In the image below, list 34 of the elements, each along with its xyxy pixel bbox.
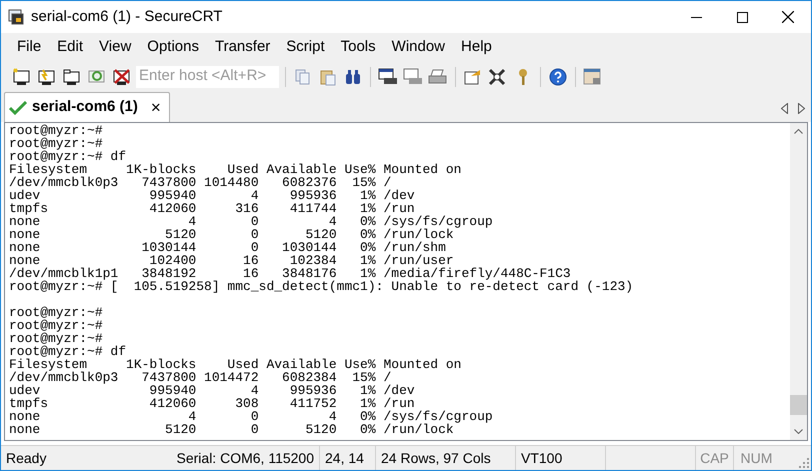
- app-icon: [8, 9, 24, 25]
- maximize-icon: [736, 12, 748, 22]
- status-text: Serial: COM6, 115200: [176, 448, 315, 468]
- menu-item[interactable]: File: [9, 36, 50, 58]
- scrollbar[interactable]: [790, 123, 807, 440]
- tab-close-button[interactable]: ×: [150, 94, 161, 120]
- menu-item[interactable]: Window: [384, 36, 454, 58]
- status-text: 24 Rows, 97 Cols: [375, 446, 515, 470]
- resize-grip-icon[interactable]: [799, 458, 809, 468]
- window-title: serial-com6 (1) - SecureCRT: [31, 6, 222, 27]
- scroll-up-icon: [794, 129, 803, 134]
- menu-item[interactable]: Transfer: [206, 36, 278, 58]
- tab-label: serial-com6 (1): [32, 97, 138, 118]
- session-tab[interactable]: serial-com6 (1) ×: [4, 92, 170, 122]
- tab-scroll-left-icon[interactable]: [781, 103, 788, 114]
- minimize-icon: [690, 16, 702, 18]
- scroll-down-icon: [794, 429, 803, 434]
- status-indicator: NUM: [733, 446, 779, 470]
- status-text: VT100: [515, 446, 605, 470]
- status-indicator: CAP: [695, 446, 733, 470]
- close-icon: [782, 11, 794, 23]
- terminal-output: root@myzr:~# root@myzr:~# root@myzr:~# df Filesystem 1K-blocks Used Available Use% Mounted on /dev/mmcblk0p3 7437800 1014480 6082376 15% / udev 995940 4 995936 1% /dev tmpfs 412060 316 411744 1% /run none 4 0 4 0% /sys/fs/cgroup none 5120 0 5120 0% /run/lock none 1030144 0 1030144 0% /run/shm none 102400 16 102384 1% /run/user /dev/mmcblk1p1 3848192 16 3848176 1% /media/firefly/448C-F1C3 root@myzr:~# [ 105.519258] mmc_sd_detect(mmc1): Unable to re-detect card (-123) root@myzr:~# root@myzr:~# root@myzr:~# root@myzr:~# df Filesystem 1K-blocks Used Available Use% Mounted on /dev/mmcblk0p3 7437800 1014472 6082384 15% / udev 995940 4 995936 1% /dev tmpfs 412060 308 411752 1% /run none 4 0 4 0% /sys/fs/cgroup none 5120 0 5120 0% /run/lock: [8, 123, 634, 439]
- host-field[interactable]: Enter host <Alt+R>: [136, 66, 279, 88]
- tab-scroll-right-icon[interactable]: [798, 103, 805, 114]
- menu-item[interactable]: View: [91, 36, 140, 58]
- status-text: 24, 14: [319, 446, 375, 470]
- menu-item[interactable]: Help: [453, 36, 500, 58]
- menu-item[interactable]: Script: [278, 36, 333, 58]
- menu-item[interactable]: Options: [139, 36, 207, 58]
- menu-item[interactable]: Edit: [49, 36, 92, 58]
- menu-item[interactable]: Tools: [332, 36, 384, 58]
- help-icon[interactable]: [547, 66, 569, 88]
- status-text: Ready: [5, 448, 48, 468]
- scroll-thumb[interactable]: [790, 395, 807, 415]
